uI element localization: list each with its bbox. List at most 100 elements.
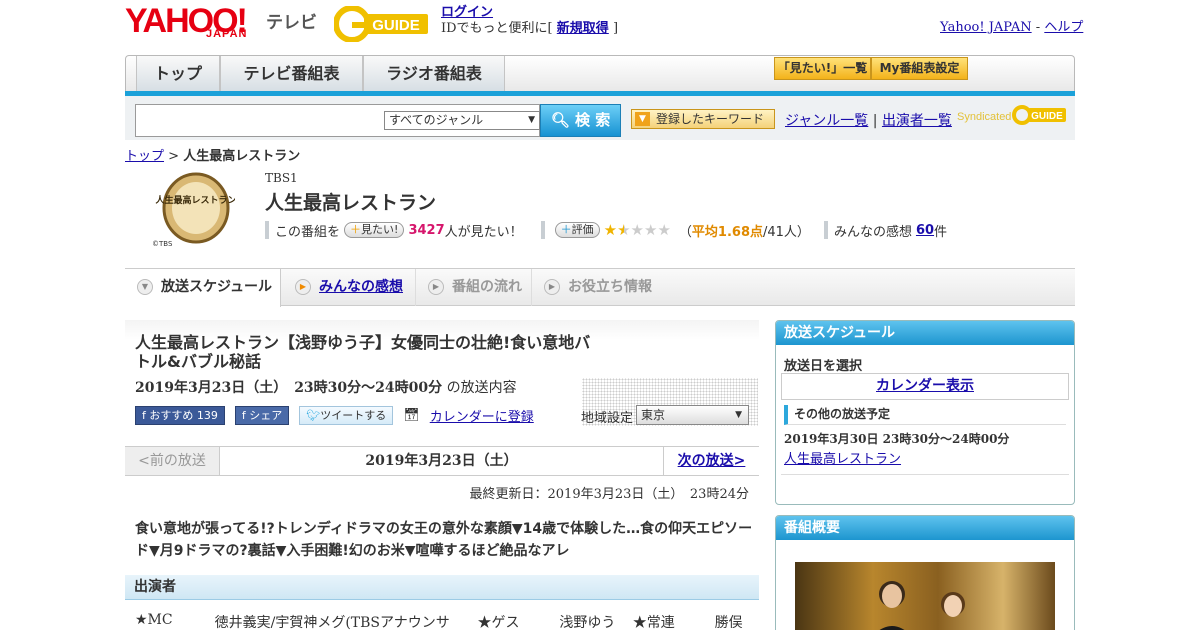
mitai-button[interactable]: ＋見たい! [344, 222, 405, 238]
cast-item: 徳井義実/宇賀神メグ(TBSアナウンサー) [214, 615, 450, 630]
svg-text:©TBS: ©TBS [152, 240, 173, 248]
cast-item: ★MC [135, 612, 173, 628]
next-broadcast-link[interactable]: 次の放送> [678, 453, 746, 469]
last-updated: 最終更新日：2019年3月23日（土） 23時24分 [469, 487, 749, 502]
tab-info: ▶ お役立ち情報 [531, 269, 671, 306]
page: YAHOO! JAPAN テレビ GUIDE ログイン IDでもっと便利に[ 新… [0, 0, 1200, 630]
region-select-value: 東京 [641, 408, 666, 422]
registered-keywords-button[interactable]: ▼ 登録したキーワード [631, 109, 775, 129]
search-button[interactable]: 🔍︎ 検 索 [540, 104, 621, 137]
rating-button-label: 評価 [571, 223, 594, 236]
tab-info-label: お役立ち情報 [568, 279, 652, 295]
program-overview-photo [879, 581, 965, 630]
episode-datetime-suffix: の放送内容 [446, 380, 517, 396]
stats-divider [265, 221, 269, 239]
program-channel: TBS1 [265, 171, 298, 185]
genre-select[interactable]: すべてのジャンル ▼ [384, 111, 540, 130]
tab-impressions[interactable]: ▶ みんなの感想 [283, 269, 413, 306]
tab-flow-label: 番組の流れ [452, 279, 522, 295]
tab-impressions-label: みんなの感想 [319, 279, 403, 295]
search-icon: 🔍︎ [550, 111, 570, 129]
episode-summary: 食い意地が張ってる!?トレンディドラマの女王の意外な素顔▼14歳で体験した…食の… [135, 521, 753, 559]
gguide-small-logo-icon: GUIDE [1012, 105, 1066, 125]
cast-item: 勝俣州 [714, 615, 743, 630]
cast-item: 浅野ゆう子 [559, 615, 616, 630]
facebook-share-button[interactable]: f シェア [234, 406, 290, 425]
plus-icon: ＋ [560, 223, 572, 236]
nav-tab-radio-schedule[interactable]: ラジオ番組表 [363, 56, 505, 93]
other-schedule-title-link[interactable]: 人生最高レストラン [784, 452, 901, 467]
sidebar-divider [781, 474, 1069, 475]
tab-schedule[interactable]: ▼ 放送スケジュール [125, 269, 281, 307]
program-logo: 人生最高レストラン ©TBS [143, 170, 237, 250]
program-title: 人生最高レストラン [265, 192, 437, 214]
syndicated-gguide-logo: GUIDE [1012, 103, 1068, 131]
login-link[interactable]: ログイン [441, 5, 493, 20]
mitai-suffix: 人が見たい！ [444, 224, 523, 240]
gguide-logo[interactable]: GUIDE [333, 5, 434, 43]
facebook-icon: f [241, 409, 246, 422]
genre-list-link[interactable]: ジャンル一覧 [785, 113, 868, 129]
cast-heading: 出演者 [125, 575, 759, 600]
search-links: ジャンル一覧 | 出演者一覧 [785, 110, 952, 130]
signup-link[interactable]: 新規取得 [557, 21, 609, 36]
play-icon: ▶ [295, 279, 311, 295]
svg-text:GUIDE: GUIDE [1031, 111, 1063, 122]
facebook-recommend-button[interactable]: f おすすめ 139 [135, 406, 225, 425]
stats-divider [540, 221, 545, 239]
main-nav: トップ テレビ番組表 ラジオ番組表 「見たい!」一覧 My番組表設定 [125, 55, 1075, 93]
cast-item: ★ゲスト [477, 615, 520, 630]
my-schedule-button[interactable]: My番組表設定 [871, 57, 968, 80]
chevron-down-icon: ▼ [528, 115, 535, 125]
help-link[interactable]: ヘルプ [1044, 20, 1083, 35]
episode-datetime: 2019年3月23日（土） 23時30分～24時00分 [135, 380, 443, 396]
next-broadcast-container: 次の放送> [663, 447, 759, 475]
breadcrumb-top-link[interactable]: トップ [125, 149, 164, 164]
header-links: Yahoo! JAPAN - ヘルプ [940, 16, 1083, 35]
calendar-register-link[interactable]: カレンダーに登録 [430, 406, 534, 425]
facebook-recommend-label: おすすめ [149, 409, 194, 422]
tweet-button[interactable]: 🐦︎ツイートする [299, 406, 394, 425]
chevron-down-icon: ▼ [137, 279, 153, 295]
syndicated-label: Syndicated [957, 111, 1012, 123]
yahoo-japan-link[interactable]: Yahoo! JAPAN [940, 20, 1032, 35]
breadcrumb-separator: > [168, 149, 180, 164]
triangle-down-icon: ▼ [635, 112, 650, 126]
login-hint-pre: IDでもっと便利に[ [441, 21, 553, 36]
header-link-separator: - [1035, 20, 1041, 35]
nav-tab-tv-schedule[interactable]: テレビ番組表 [220, 56, 363, 93]
genre-select-value: すべてのジャンル [389, 113, 484, 127]
program-tabs: ▼ 放送スケジュール ▶ みんなの感想 ▶ 番組の流れ ▶ お役立ち情報 [125, 268, 1075, 307]
calendar-icon: 📅︎ [403, 408, 420, 423]
gguide-logo-icon: GUIDE [333, 5, 428, 43]
impressions-label: みんなの感想 [833, 224, 912, 240]
cast-list-link[interactable]: 出演者一覧 [882, 113, 952, 129]
rating-stars: ★★★★★ [604, 221, 671, 239]
impressions-suffix: 件 [934, 224, 948, 240]
tv-logo-text: テレビ [266, 13, 317, 32]
plus-icon: ＋ [350, 223, 362, 236]
select-date-label: 放送日を選択 [784, 359, 863, 374]
registered-keywords-label: 登録したキーワード [656, 112, 765, 126]
rating-average: 平均1.68点 [691, 224, 763, 240]
other-schedule-heading: その他の放送予定 [784, 405, 1066, 425]
star-empty-icon: ★ [657, 221, 671, 239]
star-half-icon: ★ [617, 221, 631, 239]
breadcrumb-current: 人生最高レストラン [183, 149, 301, 164]
mitai-count: 3427 [408, 222, 445, 238]
star-empty-icon: ★ [630, 221, 644, 239]
rating-avg-prefix: （ [678, 224, 692, 240]
impressions-count-link[interactable]: 60 [916, 223, 934, 238]
rating-button[interactable]: ＋評価 [554, 222, 600, 238]
region-select[interactable]: 東京 ▼ [636, 405, 749, 425]
facebook-icon: f [142, 409, 146, 422]
star-empty-icon: ★ [644, 221, 658, 239]
nav-tab-top[interactable]: トップ [136, 56, 220, 93]
mitai-list-button[interactable]: 「見たい!」一覧 [774, 57, 871, 80]
prev-broadcast: <前の放送 [125, 447, 220, 475]
calendar-display-link[interactable]: カレンダー表示 [876, 378, 974, 394]
calendar-display-box: カレンダー表示 [781, 373, 1069, 400]
breadcrumb: トップ > 人生最高レストラン [125, 145, 300, 164]
stats-divider [823, 221, 828, 239]
other-schedule-title-container: 人生最高レストラン [784, 448, 901, 467]
